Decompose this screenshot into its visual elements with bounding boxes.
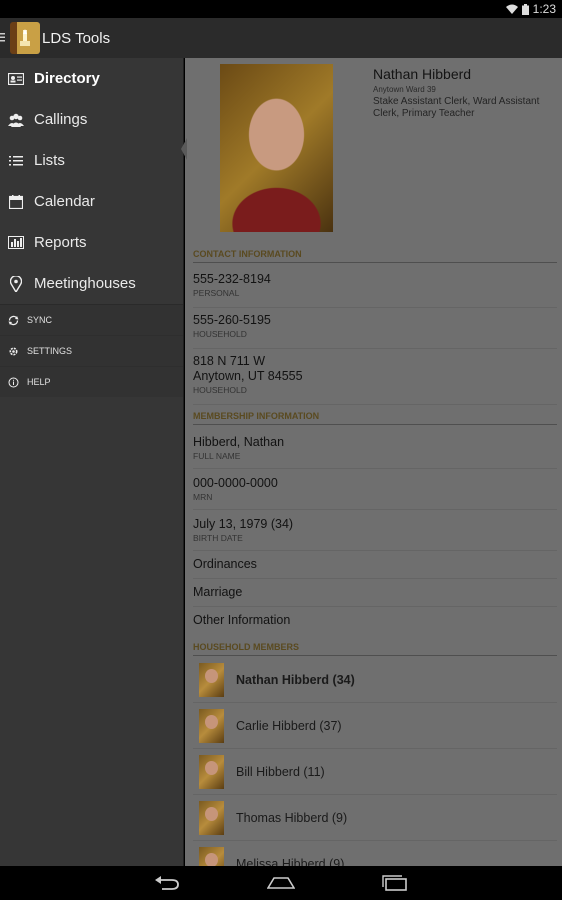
sync-icon [7,314,19,326]
member-ward: Anytown Ward 39 [373,85,436,94]
contact-row-address[interactable]: 818 N 711 W Anytown, UT 84555 HOUSEHOLD [193,349,557,405]
drawer-item-label: Directory [34,70,100,87]
member-name: Nathan Hibberd [373,66,472,82]
birth-date-value: July 13, 1979 (34) [193,517,294,531]
action-bar: LDS Tools [0,18,562,58]
membership-row-full-name: Hibberd, Nathan FULL NAME [193,428,557,469]
drawer-toggle-icon[interactable] [0,31,6,46]
contact-row-personal-phone[interactable]: 555-232-8194 PERSONAL [193,267,557,308]
mrn-value: 000-0000-0000 [193,476,278,490]
full-name-label: FULL NAME [193,451,241,461]
other-information-link[interactable]: Other Information [193,607,557,635]
phone-label: HOUSEHOLD [193,329,247,339]
map-pin-icon [7,275,25,293]
status-time: 1:23 [532,2,556,16]
contact-row-household-phone[interactable]: 555-260-5195 HOUSEHOLD [193,308,557,349]
birth-date-label: BIRTH DATE [193,533,243,543]
membership-row-birth-date: July 13, 1979 (34) BIRTH DATE [193,510,557,551]
drawer-item-label: SETTINGS [27,346,73,356]
wifi-icon [505,4,518,14]
household-member-name: Thomas Hibberd (9) [236,810,348,825]
membership-row-mrn: 000-0000-0000 MRN [193,469,557,510]
drawer-item-label: Callings [34,111,88,128]
member-thumbnail [199,662,224,697]
drawer-item-label: Reports [34,234,87,251]
status-bar: 1:23 [0,0,562,18]
membership-section-header: MEMBERSHIP INFORMATION [193,411,557,425]
drawer-item-label: HELP [27,377,51,387]
phone-label: PERSONAL [193,288,240,298]
lds-tools-app-icon[interactable] [10,22,40,54]
household-section-header: HOUSEHOLD MEMBERS [193,642,557,656]
contact-card-icon [7,70,25,88]
member-thumbnail [199,754,224,789]
calendar-icon [7,193,25,211]
home-icon[interactable] [264,873,298,893]
household-member-row[interactable]: Thomas Hibberd (9) [193,795,557,841]
drawer-item-label: SYNC [27,315,53,325]
member-photo [220,64,333,232]
drawer-item-label: Calendar [34,193,95,210]
back-icon[interactable] [150,873,184,893]
list-icon [7,152,25,170]
drawer-item-callings[interactable]: Callings [0,99,183,140]
gear-icon [7,345,19,357]
mrn-label: MRN [193,492,213,502]
system-navigation-bar [0,866,562,900]
marriage-label: Marriage [193,585,243,599]
battery-icon [521,3,529,15]
drawer-item-sync[interactable]: SYNC [0,304,183,335]
phone-value: 555-260-5195 [193,313,271,327]
drawer-item-calendar[interactable]: Calendar [0,181,183,222]
people-icon [7,111,25,129]
drawer-item-meetinghouses[interactable]: Meetinghouses [0,263,183,304]
app-title[interactable]: LDS Tools [42,30,110,47]
ordinances-link[interactable]: Ordinances [193,551,557,579]
drawer-item-help[interactable]: HELP [0,366,183,397]
drawer-item-label: Lists [34,152,65,169]
address-line1: 818 N 711 W [193,354,266,368]
drawer-item-label: Meetinghouses [34,275,136,292]
member-thumbnail [199,800,224,835]
household-member-row[interactable]: Nathan Hibberd (34) [193,657,557,703]
drawer-item-reports[interactable]: Reports [0,222,183,263]
navigation-drawer: Directory Callings Lists Calendar Report… [0,58,184,866]
bar-chart-icon [7,234,25,252]
household-member-row[interactable]: Melissa Hibberd (9) [193,841,557,866]
household-member-name: Bill Hibberd (11) [236,764,325,779]
member-thumbnail [199,708,224,743]
household-member-row[interactable]: Carlie Hibberd (37) [193,703,557,749]
household-member-name: Carlie Hibberd (37) [236,718,342,733]
marriage-link[interactable]: Marriage [193,579,557,607]
member-thumbnail [199,846,224,866]
household-member-name: Nathan Hibberd (34) [236,672,355,687]
phone-value: 555-232-8194 [193,272,271,286]
recent-apps-icon[interactable] [378,873,412,893]
ordinances-label: Ordinances [193,557,257,571]
member-callings: Stake Assistant Clerk, Ward Assistant Cl… [373,96,540,119]
info-icon [7,376,19,388]
drawer-item-directory[interactable]: Directory [0,58,183,99]
member-detail-pane: Nathan Hibberd Anytown Ward 39 Stake Ass… [185,58,562,866]
other-information-label: Other Information [193,613,291,627]
household-member-row[interactable]: Bill Hibberd (11) [193,749,557,795]
address-label: HOUSEHOLD [193,385,247,395]
household-member-name: Melissa Hibberd (9) [236,856,345,867]
drawer-item-lists[interactable]: Lists [0,140,183,181]
contact-section-header: CONTACT INFORMATION [193,249,557,263]
full-name-value: Hibberd, Nathan [193,435,285,449]
drawer-item-settings[interactable]: SETTINGS [0,335,183,366]
address-line2: Anytown, UT 84555 [193,369,303,383]
